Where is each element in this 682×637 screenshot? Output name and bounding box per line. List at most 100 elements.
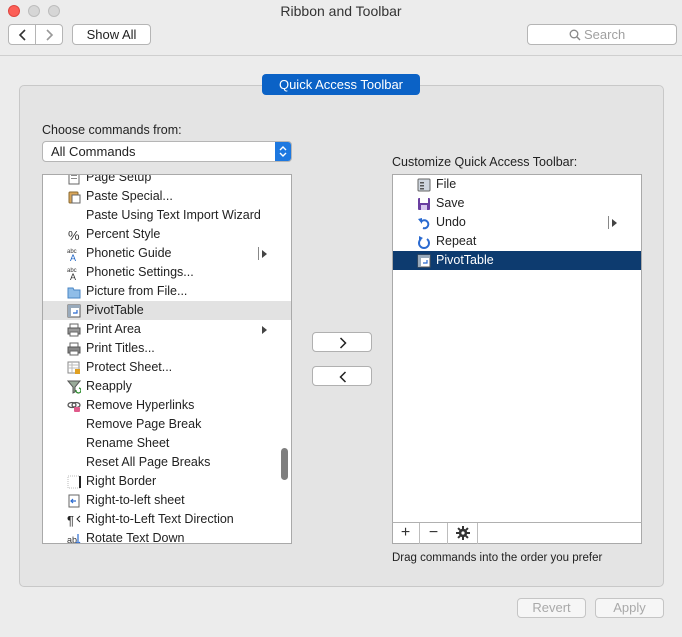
revert-button[interactable]: Revert: [517, 598, 586, 618]
phonetic-settings-icon: abcA: [67, 268, 77, 280]
command-item[interactable]: Right Border: [43, 472, 291, 491]
command-item[interactable]: Reapply: [43, 377, 291, 396]
command-item-label: Rename Sheet: [86, 436, 170, 450]
command-item-label: Right-to-left sheet: [86, 493, 185, 507]
title-bar: Ribbon and Toolbar: [0, 0, 682, 22]
command-item-label: Phonetic Guide: [86, 246, 172, 260]
submenu-arrow-icon[interactable]: [262, 326, 267, 334]
available-commands-list[interactable]: Page Setup Paste Special... Paste Using Te…: [42, 174, 292, 544]
folder-icon: [67, 287, 81, 299]
svg-text:%: %: [68, 228, 80, 242]
command-item-label: Right Border: [86, 474, 157, 488]
gear-icon: [455, 526, 470, 540]
split-divider: [258, 247, 259, 260]
pivottable-icon: [417, 254, 431, 268]
remove-from-toolbar-button[interactable]: [312, 366, 372, 386]
toolbar-command-item[interactable]: Undo: [393, 213, 641, 232]
repeat-icon: [418, 236, 430, 249]
save-icon: [418, 198, 430, 210]
command-item[interactable]: Protect Sheet...: [43, 358, 291, 377]
paste-special-icon: [68, 191, 81, 204]
command-item[interactable]: Picture from File...: [43, 282, 291, 301]
search-field[interactable]: [527, 24, 677, 45]
command-item-label: Picture from File...: [86, 284, 188, 298]
add-to-toolbar-button[interactable]: [312, 332, 372, 352]
command-item-label: Percent Style: [86, 227, 161, 241]
group-title-tab: Quick Access Toolbar: [262, 74, 420, 95]
right-to-left-sheet-icon: [68, 494, 80, 508]
command-item[interactable]: % Percent Style: [43, 225, 291, 244]
command-item[interactable]: Right-to-left sheet: [43, 491, 291, 510]
command-item[interactable]: Paste Special...: [43, 187, 291, 206]
command-item[interactable]: Paste Using Text Import Wizard: [43, 206, 291, 225]
search-input[interactable]: [584, 26, 672, 42]
command-item[interactable]: abc A Phonetic Settings...: [43, 263, 291, 282]
percent-icon: %: [68, 228, 80, 242]
command-item[interactable]: Remove Hyperlinks: [43, 396, 291, 415]
customize-toolbar-label: Customize Quick Access Toolbar:: [392, 155, 578, 169]
drag-hint-text: Drag commands into the order you prefer: [392, 552, 603, 564]
commands-category-select[interactable]: All Commands: [42, 141, 292, 162]
toolbar-command-item-label: Save: [436, 196, 465, 210]
command-item[interactable]: abc A Phonetic Guide: [43, 244, 291, 263]
paragraph-icon: ¶: [67, 513, 81, 527]
svg-text:A: A: [70, 272, 76, 280]
toolbar-command-item[interactable]: Save: [393, 194, 641, 213]
toolbar-command-item[interactable]: PivotTable: [393, 251, 641, 270]
remove-hyperlinks-icon: [67, 401, 81, 412]
command-item-label: Page Setup: [86, 174, 152, 184]
file-icon: [417, 178, 431, 192]
toolbar-command-item[interactable]: File: [393, 175, 641, 194]
pivottable-icon: [67, 304, 81, 318]
command-item-label: Remove Page Break: [86, 417, 202, 431]
remove-command-button[interactable]: −: [420, 523, 448, 544]
toolbar-command-item-label: Repeat: [436, 234, 477, 248]
command-item[interactable]: Rename Sheet: [43, 434, 291, 453]
print-area-icon: [67, 323, 81, 337]
svg-text:A: A: [70, 253, 76, 261]
choose-commands-label: Choose commands from:: [42, 123, 182, 137]
undo-icon: [418, 218, 430, 230]
command-item[interactable]: Reset All Page Breaks: [43, 453, 291, 472]
show-all-button[interactable]: Show All: [72, 24, 151, 45]
chevron-right-icon: [339, 337, 347, 349]
command-item[interactable]: PivotTable: [43, 301, 291, 320]
command-item-label: PivotTable: [86, 303, 144, 317]
page-setup-icon: [68, 175, 80, 185]
submenu-arrow-icon[interactable]: [612, 219, 617, 227]
forward-button[interactable]: [35, 24, 63, 45]
command-item[interactable]: Page Setup: [43, 174, 291, 187]
apply-button[interactable]: Apply: [595, 598, 664, 618]
scrollbar[interactable]: [280, 175, 289, 543]
command-item[interactable]: Remove Page Break: [43, 415, 291, 434]
right-border-icon: [67, 475, 81, 489]
print-titles-icon: [67, 342, 81, 356]
toolbar-command-item-label: PivotTable: [436, 253, 494, 267]
scrollbar-thumb[interactable]: [281, 448, 288, 480]
command-item-label: Paste Special...: [86, 189, 173, 203]
reapply-filter-icon: [67, 380, 81, 394]
options-button[interactable]: [448, 523, 478, 544]
back-button[interactable]: [8, 24, 36, 45]
command-item[interactable]: Print Area: [43, 320, 291, 339]
command-item[interactable]: Print Titles...: [43, 339, 291, 358]
chevron-left-icon: [339, 371, 347, 383]
split-divider: [608, 216, 609, 229]
command-item-label: Print Titles...: [86, 341, 155, 355]
command-item[interactable]: ¶ Right-to-Left Text Direction: [43, 510, 291, 529]
toolbar-command-item[interactable]: Repeat: [393, 232, 641, 251]
submenu-arrow-icon[interactable]: [262, 250, 267, 258]
toolbar-list-footer: + −: [392, 522, 642, 544]
chevron-right-icon: [46, 29, 54, 41]
add-command-button[interactable]: +: [392, 523, 420, 544]
command-item-label: Phonetic Settings...: [86, 265, 194, 279]
toolbar-commands-list[interactable]: File Save Undo Repeat PivotTable: [392, 174, 642, 544]
command-item[interactable]: ab Rotate Text Down: [43, 529, 291, 543]
search-icon: [569, 29, 581, 41]
protect-sheet-icon: [67, 361, 80, 374]
rotate-text-icon: ab: [67, 534, 81, 543]
chevron-left-icon: [18, 29, 26, 41]
toolbar-divider: [0, 55, 682, 56]
toolbar-command-item-label: File: [436, 177, 457, 191]
commands-category-value: All Commands: [51, 144, 136, 159]
